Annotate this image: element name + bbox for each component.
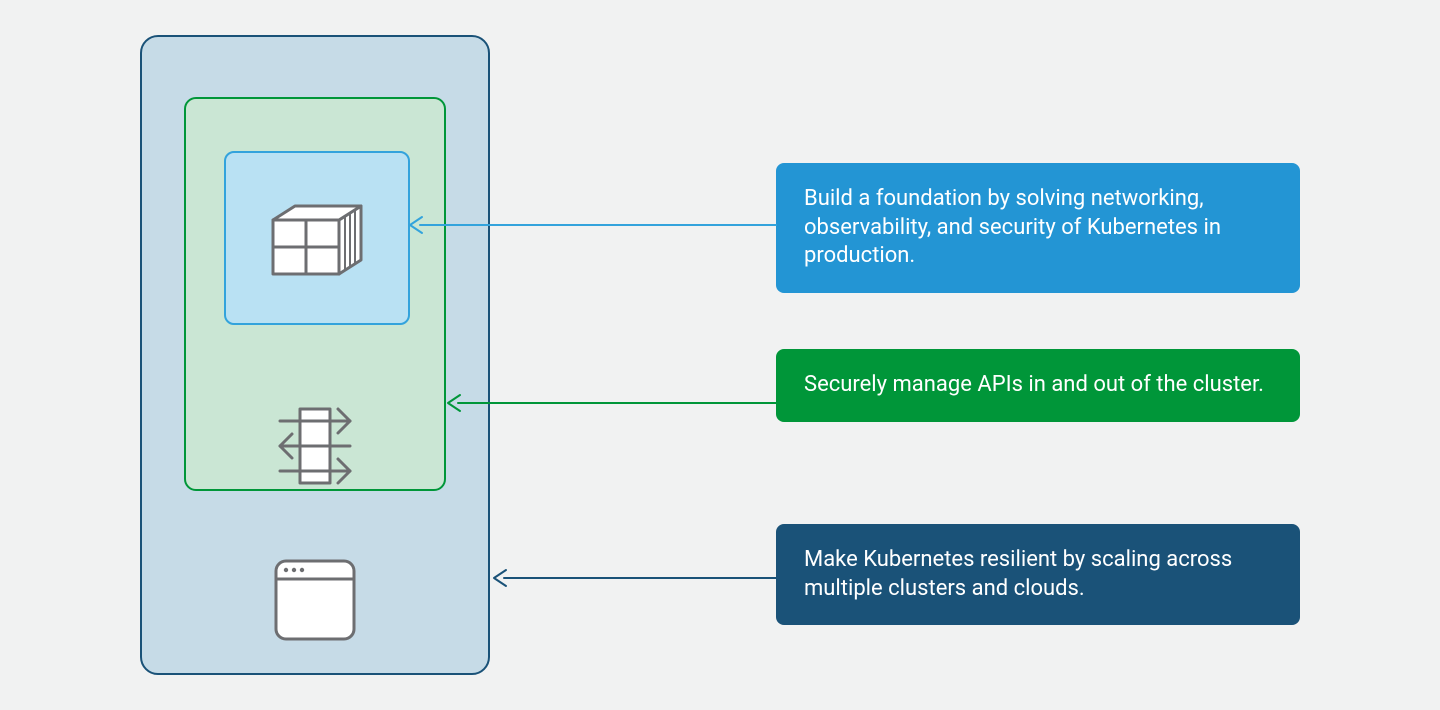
callout-foundation: Build a foundation by solving networking… [776,163,1300,293]
arrow-resilient [490,566,778,590]
arrow-apis [444,391,778,415]
callout-resilient-text: Make Kubernetes resilient by scaling acr… [804,547,1232,601]
api-icon-holder [186,401,444,491]
middle-box [184,97,446,491]
inner-box [224,151,410,325]
diagram-canvas: Build a foundation by solving networking… [0,0,1440,710]
arrow-foundation [406,213,778,237]
outer-box [140,35,490,675]
callout-apis-text: Securely manage APIs in and out of the c… [804,372,1264,397]
callout-resilient: Make Kubernetes resilient by scaling acr… [776,524,1300,625]
callout-foundation-text: Build a foundation by solving networking… [804,186,1221,268]
api-arrows-icon [260,401,370,491]
app-window-icon [272,557,358,643]
app-icon-holder [142,557,488,643]
callout-apis: Securely manage APIs in and out of the c… [776,349,1300,422]
container-stack-icon [267,196,367,280]
